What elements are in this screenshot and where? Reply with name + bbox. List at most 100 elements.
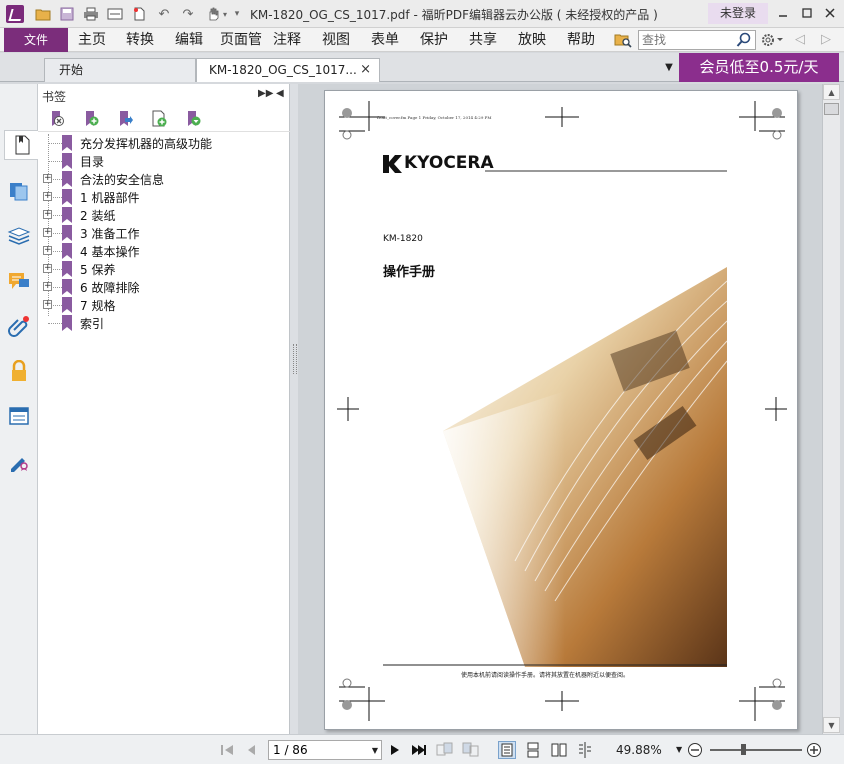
- zoom-slider-track[interactable]: [710, 749, 802, 751]
- ribbon-prev-icon[interactable]: ◁: [792, 32, 808, 48]
- bookmarks-panel-icon[interactable]: [4, 130, 39, 160]
- bookmark-item[interactable]: 充分发挥机器的高级功能: [38, 134, 290, 152]
- find-folder-icon[interactable]: [614, 32, 632, 48]
- scroll-up-icon[interactable]: ▲: [823, 84, 840, 100]
- zoom-level[interactable]: 49.88%: [616, 743, 662, 757]
- layers-icon[interactable]: [4, 221, 34, 251]
- new-bookmark-page-icon[interactable]: [150, 110, 168, 128]
- open-folder-icon[interactable]: [34, 5, 52, 23]
- expand-bookmark-icon[interactable]: [184, 110, 202, 128]
- bookmark-ribbon-icon: [62, 171, 72, 187]
- add-bookmark-icon[interactable]: [82, 110, 100, 128]
- zoom-in-icon[interactable]: [805, 741, 823, 759]
- menu-item-slideshow[interactable]: 放映: [518, 28, 546, 52]
- scan-icon[interactable]: [106, 5, 124, 23]
- facing-view-icon[interactable]: [550, 741, 568, 759]
- title-bar: ↶ ↷ ▾ ▾ KM-1820_OG_CS_1017.pdf - 福昕PDF编辑…: [0, 0, 844, 28]
- zoom-slider-thumb[interactable]: [741, 744, 747, 755]
- expand-plus-icon[interactable]: +: [43, 282, 52, 291]
- content-panel-icon[interactable]: [4, 401, 34, 431]
- bookmark-item[interactable]: + 7 规格: [38, 296, 290, 314]
- previous-view-icon[interactable]: [436, 741, 454, 759]
- expand-plus-icon[interactable]: +: [43, 264, 52, 273]
- bookmark-item[interactable]: + 1 机器部件: [38, 188, 290, 206]
- menu-item-view[interactable]: 视图: [322, 28, 350, 52]
- page-thumbnails-icon[interactable]: [4, 176, 34, 206]
- single-page-view-icon[interactable]: [498, 741, 516, 759]
- security-lock-icon[interactable]: [4, 356, 34, 386]
- previous-page-icon[interactable]: [242, 741, 260, 759]
- expand-plus-icon[interactable]: +: [43, 246, 52, 255]
- page-number-input[interactable]: [269, 741, 365, 759]
- bookmark-toolbar: [38, 106, 290, 132]
- continuous-facing-view-icon[interactable]: [576, 741, 594, 759]
- new-page-icon[interactable]: [130, 5, 148, 23]
- undo-icon[interactable]: ↶: [155, 5, 173, 23]
- membership-promo-banner[interactable]: 会员低至0.5元/天: [679, 53, 839, 82]
- menu-item-edit[interactable]: 编辑: [175, 28, 203, 52]
- zoom-dropdown-icon[interactable]: ▼: [676, 745, 682, 754]
- model-name: KM-1820: [383, 234, 423, 244]
- hand-tool-dropdown-icon[interactable]: ▾: [220, 5, 230, 23]
- bookmark-label: 合法的安全信息: [80, 173, 165, 187]
- close-tab-icon[interactable]: ×: [360, 59, 371, 81]
- signature-icon[interactable]: [4, 446, 34, 476]
- menu-item-protect[interactable]: 保护: [420, 28, 448, 52]
- search-input[interactable]: [639, 31, 735, 49]
- maximize-button[interactable]: [798, 5, 816, 21]
- menu-item-share[interactable]: 共享: [469, 28, 497, 52]
- scroll-thumb[interactable]: [824, 103, 839, 115]
- scroll-down-icon[interactable]: ▼: [823, 717, 840, 733]
- file-menu-button[interactable]: 文件: [4, 28, 68, 52]
- vertical-scrollbar[interactable]: ▲ ▼: [822, 84, 840, 734]
- expand-plus-icon[interactable]: +: [43, 300, 52, 309]
- expand-plus-icon[interactable]: +: [43, 228, 52, 237]
- bookmark-item[interactable]: + 3 准备工作: [38, 224, 290, 242]
- customize-toolbar-icon[interactable]: ▾: [232, 5, 242, 23]
- search-icon[interactable]: [736, 32, 752, 48]
- next-page-icon[interactable]: [386, 741, 404, 759]
- print-icon[interactable]: [82, 5, 100, 23]
- bookmark-item[interactable]: + 4 基本操作: [38, 242, 290, 260]
- panel-splitter[interactable]: [290, 84, 298, 734]
- panel-hide-icon[interactable]: ◀: [276, 88, 284, 99]
- minimize-button[interactable]: [774, 5, 792, 21]
- menu-item-help[interactable]: 帮助: [567, 28, 595, 52]
- close-window-button[interactable]: [821, 5, 839, 21]
- expand-plus-icon[interactable]: +: [43, 192, 52, 201]
- bookmark-item[interactable]: + 2 装纸: [38, 206, 290, 224]
- save-icon[interactable]: [58, 5, 76, 23]
- comments-panel-icon[interactable]: [4, 266, 34, 296]
- first-page-icon[interactable]: [218, 741, 236, 759]
- menu-item-convert[interactable]: 转换: [126, 28, 154, 52]
- bookmark-item[interactable]: 索引: [38, 314, 290, 332]
- goto-bookmark-icon[interactable]: [116, 110, 134, 128]
- expand-plus-icon[interactable]: +: [43, 174, 52, 183]
- panel-collapse-icon[interactable]: ▶▶: [258, 88, 273, 99]
- bookmark-item[interactable]: 目录: [38, 152, 290, 170]
- zoom-out-icon[interactable]: [686, 741, 704, 759]
- tab-list-dropdown-icon[interactable]: ▼: [662, 61, 676, 75]
- menu-item-page-manage[interactable]: 页面管: [220, 28, 262, 52]
- ribbon-next-icon[interactable]: ▷: [818, 32, 834, 48]
- tab-document[interactable]: KM-1820_OG_CS_1017... ×: [196, 58, 380, 82]
- menu-item-comment[interactable]: 注释: [273, 28, 301, 52]
- continuous-view-icon[interactable]: [524, 741, 542, 759]
- tab-start[interactable]: 开始: [44, 58, 196, 82]
- login-button[interactable]: 未登录: [708, 3, 768, 24]
- menu-item-home[interactable]: 主页: [78, 28, 106, 52]
- bookmark-item[interactable]: + 5 保养: [38, 260, 290, 278]
- bookmark-item[interactable]: + 合法的安全信息: [38, 170, 290, 188]
- bookmark-ribbon-icon: [62, 297, 72, 313]
- document-viewport[interactable]: front_cover.fm Page 1 Friday, October 17…: [298, 84, 822, 734]
- bookmark-item[interactable]: + 6 故障排除: [38, 278, 290, 296]
- next-view-icon[interactable]: [462, 741, 480, 759]
- delete-bookmark-icon[interactable]: [48, 110, 66, 128]
- last-page-icon[interactable]: [410, 741, 428, 759]
- attachments-icon[interactable]: [4, 311, 34, 341]
- redo-icon[interactable]: ↷: [179, 5, 197, 23]
- page-dropdown-icon[interactable]: ▼: [372, 746, 378, 755]
- expand-plus-icon[interactable]: +: [43, 210, 52, 219]
- settings-gear-icon[interactable]: [760, 31, 784, 49]
- menu-item-form[interactable]: 表单: [371, 28, 399, 52]
